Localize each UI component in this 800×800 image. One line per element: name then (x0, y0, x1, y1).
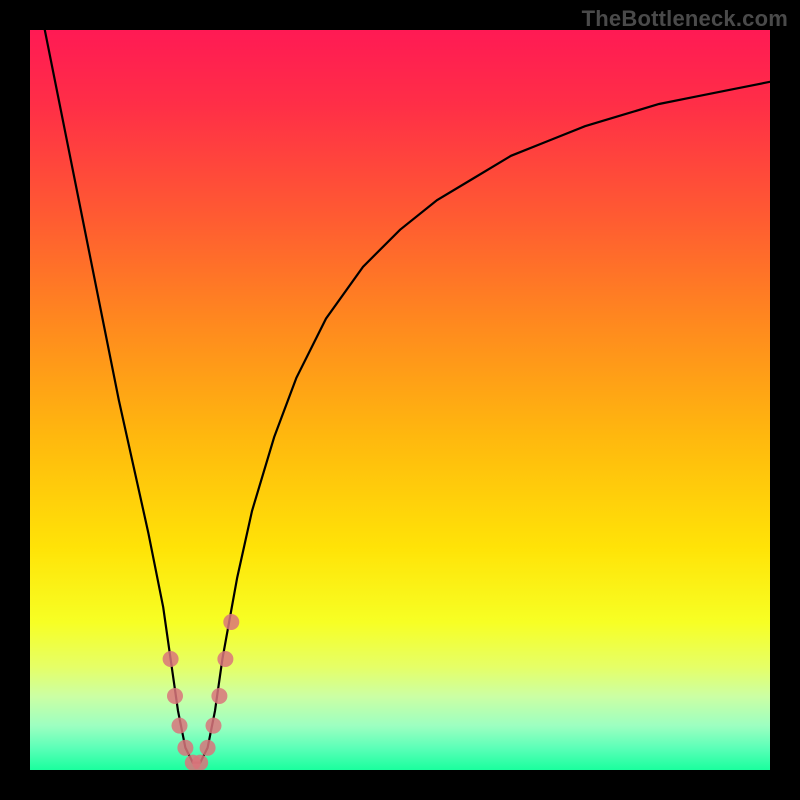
data-marker (177, 740, 193, 756)
data-marker (211, 688, 227, 704)
data-marker (192, 755, 208, 770)
bottleneck-chart (30, 30, 770, 770)
data-marker (172, 718, 188, 734)
data-marker (223, 614, 239, 630)
data-marker (167, 688, 183, 704)
data-marker (217, 651, 233, 667)
watermark-text: TheBottleneck.com (582, 6, 788, 32)
data-marker (163, 651, 179, 667)
data-marker (200, 740, 216, 756)
plot-area (30, 30, 770, 770)
heat-gradient-background (30, 30, 770, 770)
data-marker (206, 718, 222, 734)
chart-frame: TheBottleneck.com (0, 0, 800, 800)
